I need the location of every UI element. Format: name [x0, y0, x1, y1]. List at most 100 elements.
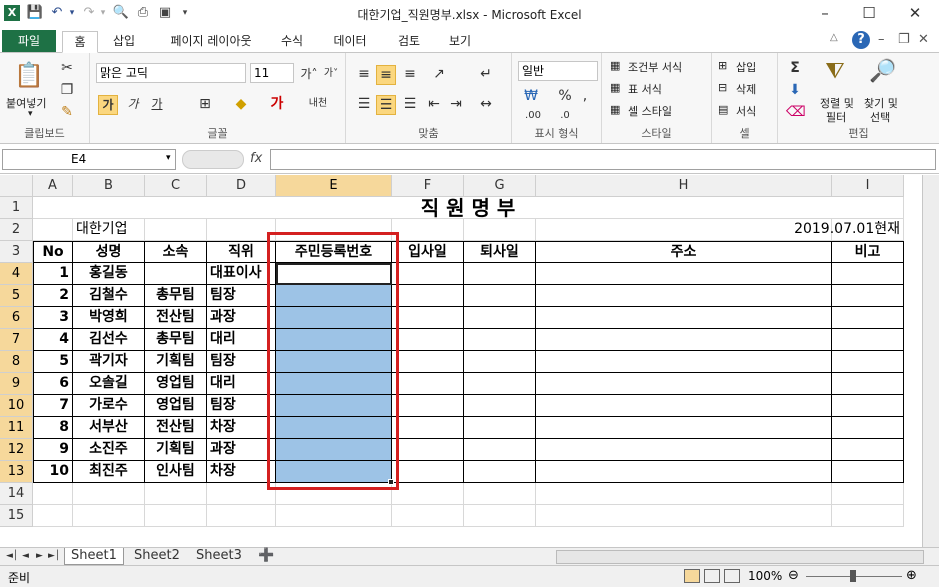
zoom-level[interactable]: 100% [748, 569, 782, 583]
doc-close-icon[interactable]: ✕ [918, 32, 929, 47]
ssn-cell[interactable] [276, 461, 392, 483]
cond-format-icon[interactable]: ▦ [610, 59, 620, 72]
data-cell-empty[interactable] [392, 417, 464, 439]
cell[interactable] [276, 219, 392, 241]
table-header-cell[interactable]: 입사일 [392, 241, 464, 263]
cell[interactable] [392, 219, 464, 241]
phonetic-icon[interactable]: 내천 [304, 95, 332, 113]
wrap-text-icon[interactable]: ↵ [476, 65, 496, 83]
format-cells-icon[interactable]: ▤ [718, 103, 728, 116]
data-cell-dept[interactable]: 영업팀 [145, 373, 207, 395]
maximize-button[interactable]: ☐ [847, 2, 891, 24]
data-cell-empty[interactable] [392, 461, 464, 483]
increase-decimal-icon[interactable]: .00 [520, 107, 546, 125]
sheet-tab-2[interactable]: Sheet2 [134, 548, 180, 565]
data-cell-empty[interactable] [832, 417, 904, 439]
page-layout-view-icon[interactable] [704, 569, 720, 583]
data-cell-pos[interactable]: 대리 [207, 329, 276, 351]
data-cell-empty[interactable] [464, 263, 536, 285]
data-cell-pos[interactable]: 과장 [207, 439, 276, 461]
help-icon[interactable]: ? [852, 31, 870, 49]
formula-input[interactable] [270, 149, 936, 170]
data-cell-pos[interactable]: 과장 [207, 307, 276, 329]
data-cell-no[interactable]: 1 [33, 263, 73, 285]
sheet-tab-1[interactable]: Sheet1 [64, 548, 124, 565]
tab-home[interactable]: 홈 [62, 31, 98, 53]
data-cell-no[interactable]: 3 [33, 307, 73, 329]
column-header-c[interactable]: C [145, 175, 207, 197]
column-header-a[interactable]: A [33, 175, 73, 197]
number-format-select[interactable]: 일반 [518, 61, 598, 81]
format-painter-icon[interactable]: ✎ [58, 103, 76, 121]
align-left-icon[interactable]: ☰ [354, 95, 374, 113]
column-header-d[interactable]: D [207, 175, 276, 197]
data-cell-dept[interactable]: 기획팀 [145, 351, 207, 373]
cell[interactable] [145, 219, 207, 241]
cell[interactable] [73, 483, 145, 505]
data-cell-pos[interactable]: 대표이사 [207, 263, 276, 285]
paste-dropdown-icon[interactable]: ▾ [28, 109, 33, 119]
cell[interactable] [33, 219, 73, 241]
cell[interactable] [73, 505, 145, 527]
tab-review[interactable]: 검토 [388, 31, 430, 53]
row-header-15[interactable]: 15 [0, 505, 33, 527]
select-all-corner[interactable] [0, 175, 33, 197]
merge-center-icon[interactable]: ↔ [476, 95, 496, 113]
row-header-9[interactable]: 9 [0, 373, 33, 395]
data-cell-pos[interactable]: 팀장 [207, 351, 276, 373]
row-header-8[interactable]: 8 [0, 351, 33, 373]
data-cell-dept[interactable]: 기획팀 [145, 439, 207, 461]
column-header-f[interactable]: F [392, 175, 464, 197]
data-cell-empty[interactable] [464, 461, 536, 483]
column-header-i[interactable]: I [832, 175, 904, 197]
cell[interactable] [464, 483, 536, 505]
prev-sheet-icon[interactable]: ◄ [22, 548, 29, 565]
cell-style-button[interactable]: 셀 스타일 [628, 103, 672, 119]
date-note-cell[interactable]: 2019.07.01현재 [536, 219, 904, 241]
data-cell-empty[interactable] [464, 285, 536, 307]
tab-insert[interactable]: 삽입 [104, 31, 144, 53]
last-sheet-icon[interactable]: ►│ [48, 548, 60, 565]
delete-cells-button[interactable]: 삭제 [736, 81, 756, 97]
data-cell-dept[interactable]: 전산팀 [145, 307, 207, 329]
data-cell-pos[interactable]: 대리 [207, 373, 276, 395]
data-cell-no[interactable]: 5 [33, 351, 73, 373]
autosum-icon[interactable]: Σ [786, 59, 804, 77]
page-break-view-icon[interactable] [724, 569, 740, 583]
data-cell-no[interactable]: 4 [33, 329, 73, 351]
data-cell-no[interactable]: 9 [33, 439, 73, 461]
row-header-4[interactable]: 4 [0, 263, 33, 285]
tab-file[interactable]: 파일 [2, 30, 56, 53]
zoom-out-icon[interactable]: ⊖ [788, 568, 799, 583]
data-cell-empty[interactable] [832, 395, 904, 417]
data-cell-name[interactable]: 오솔길 [73, 373, 145, 395]
data-cell-empty[interactable] [392, 373, 464, 395]
new-sheet-icon[interactable]: ➕ [258, 548, 274, 565]
borders-icon[interactable]: ⊞ [194, 95, 216, 113]
data-cell-no[interactable]: 8 [33, 417, 73, 439]
cell-style-icon[interactable]: ▦ [610, 103, 620, 116]
row-header-10[interactable]: 10 [0, 395, 33, 417]
tab-data[interactable]: 데이터 [322, 31, 378, 53]
tab-formulas[interactable]: 수식 [272, 31, 312, 53]
increase-indent-icon[interactable]: ⇥ [446, 95, 466, 113]
bottom-align-icon[interactable]: ≡ [400, 65, 420, 83]
data-cell-empty[interactable] [392, 439, 464, 461]
data-cell-empty[interactable] [536, 329, 832, 351]
ssn-cell[interactable] [276, 373, 392, 395]
row-header-13[interactable]: 13 [0, 461, 33, 483]
data-cell-name[interactable]: 곽기자 [73, 351, 145, 373]
data-cell-pos[interactable]: 차장 [207, 461, 276, 483]
data-cell-empty[interactable] [536, 351, 832, 373]
cell[interactable] [392, 483, 464, 505]
data-cell-name[interactable]: 가로수 [73, 395, 145, 417]
data-cell-no[interactable]: 10 [33, 461, 73, 483]
formula-bar-divider[interactable] [182, 150, 244, 169]
first-sheet-icon[interactable]: ◄│ [6, 548, 18, 565]
row-header-11[interactable]: 11 [0, 417, 33, 439]
data-cell-empty[interactable] [536, 263, 832, 285]
row-header-5[interactable]: 5 [0, 285, 33, 307]
decrease-indent-icon[interactable]: ⇤ [424, 95, 444, 113]
delete-cells-icon[interactable]: ⊟ [718, 81, 727, 94]
data-cell-empty[interactable] [464, 373, 536, 395]
